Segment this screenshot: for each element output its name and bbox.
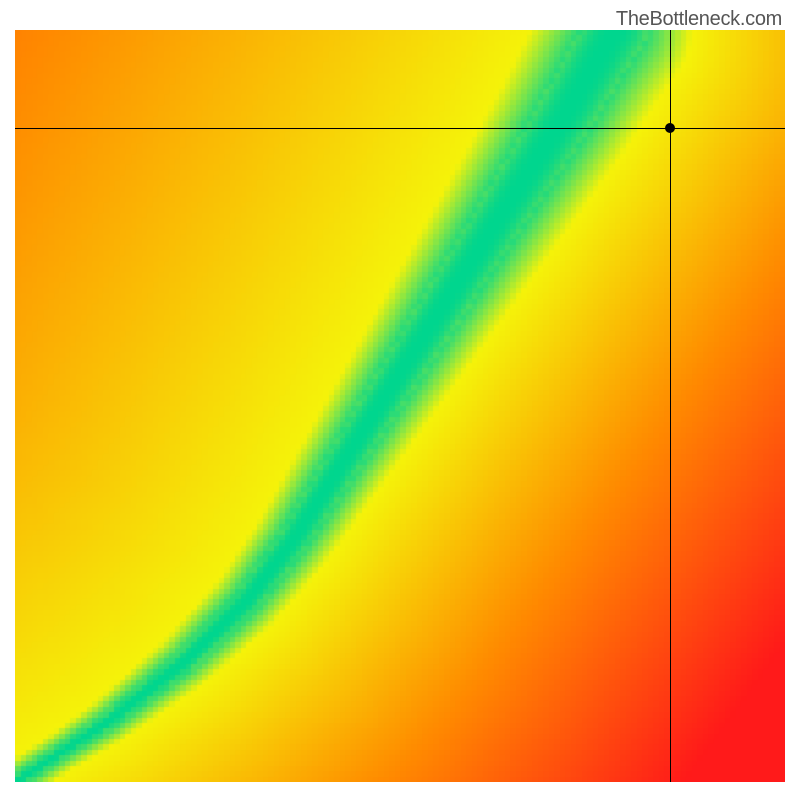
plot-area	[15, 30, 785, 782]
crosshair-vertical	[670, 30, 671, 782]
chart-frame	[15, 30, 785, 782]
data-point-marker	[665, 123, 675, 133]
attribution-text: TheBottleneck.com	[616, 8, 782, 31]
chart-container: TheBottleneck.com	[0, 0, 800, 800]
